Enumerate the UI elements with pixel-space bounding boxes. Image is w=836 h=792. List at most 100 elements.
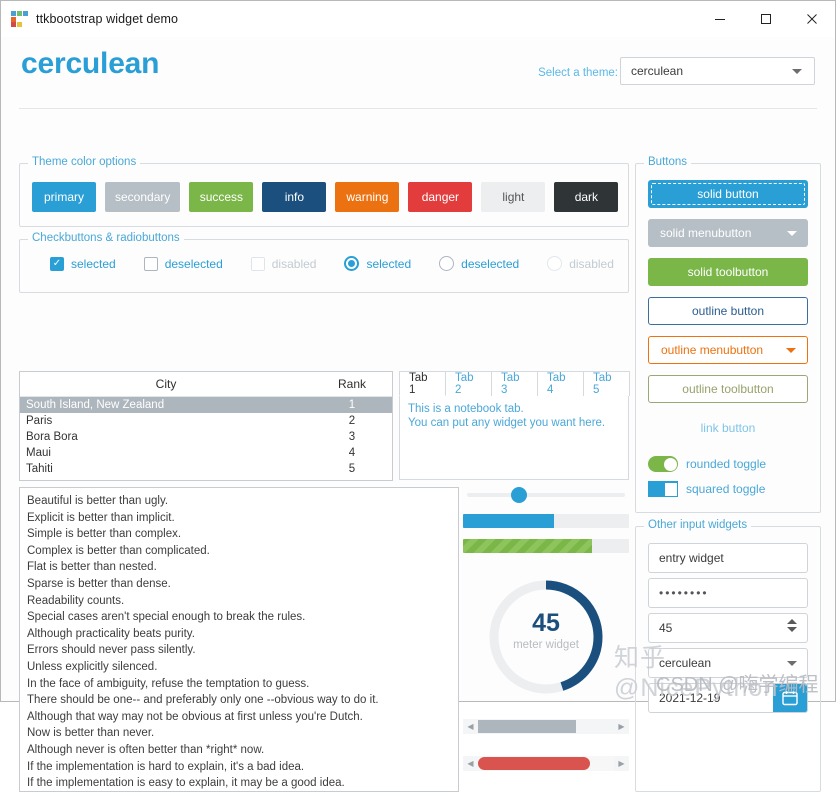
theme-color-button-label: danger <box>422 190 459 204</box>
table-row[interactable]: South Island, New Zealand1 <box>20 397 392 413</box>
text-line: If the implementation is hard to explain… <box>27 759 451 776</box>
control-label: selected <box>366 257 411 271</box>
chevron-down-icon[interactable] <box>787 627 797 632</box>
text-line: Flat is better than nested. <box>27 559 451 576</box>
theme-color-button-label: info <box>285 190 304 204</box>
theme-color-button-light[interactable]: light <box>481 182 545 212</box>
maximize-icon[interactable] <box>743 1 789 36</box>
radio-unselected-icon <box>439 256 454 271</box>
text-line: If the implementation is easy to explain… <box>27 775 451 792</box>
text-line: Now is better than never. <box>27 725 451 742</box>
spinbox[interactable]: 45 <box>648 613 808 643</box>
link-button[interactable]: link button <box>648 414 808 442</box>
password-entry[interactable]: •••••••• <box>648 578 808 608</box>
chevron-left-icon-danger[interactable]: ◀ <box>463 756 478 771</box>
squared-toggle-row[interactable]: squared toggle <box>648 481 808 497</box>
table-row[interactable]: Bora Bora3 <box>20 429 392 445</box>
tab-4[interactable]: Tab 4 <box>537 371 584 396</box>
text-line: Although that way may not be obvious at … <box>27 709 451 726</box>
toggle-knob <box>665 483 677 496</box>
chevron-right-icon[interactable]: ▶ <box>614 719 629 734</box>
link-button-label: link button <box>701 421 756 435</box>
progressbar-striped-fill <box>463 539 592 553</box>
checkbox-checked-icon: ✓ <box>50 257 64 271</box>
theme-color-button-info[interactable]: info <box>262 182 326 212</box>
theme-color-button-secondary[interactable]: secondary <box>105 182 180 212</box>
theme-color-options-group: Theme color options primarysecondarysucc… <box>19 163 629 227</box>
entry-widget-value: entry widget <box>649 551 807 565</box>
table-row[interactable]: Maui4 <box>20 445 392 461</box>
theme-color-button-row: primary secondary success info warning danger… <box>32 182 618 212</box>
table-row[interactable]: Tahiti5 <box>20 461 392 477</box>
horizontal-scale[interactable] <box>463 487 629 503</box>
table-cell-city: Maui <box>20 447 312 459</box>
notebook-pane: This is a notebook tab. You can put any … <box>399 395 629 480</box>
outline-toolbutton-label: outline toolbutton <box>682 382 773 396</box>
rounded-toggle-row[interactable]: rounded toggle <box>648 456 808 472</box>
squared-toggle-switch[interactable] <box>648 481 678 497</box>
outline-toolbutton[interactable]: outline toolbutton <box>648 375 808 403</box>
treeview-body: South Island, New Zealand1Paris2Bora Bor… <box>20 397 392 477</box>
outline-menubutton[interactable]: outline menubutton <box>648 336 808 364</box>
tab-5[interactable]: Tab 5 <box>583 371 630 396</box>
spinbox-arrows[interactable] <box>787 619 797 632</box>
tab-1[interactable]: Tab 1 <box>399 371 446 396</box>
checkbox-unchecked-icon <box>144 257 158 271</box>
theme-combobox[interactable]: cerculean <box>620 57 815 85</box>
tab-2[interactable]: Tab 2 <box>445 371 492 396</box>
theme-color-button-dark[interactable]: dark <box>554 182 618 212</box>
table-row[interactable]: Paris2 <box>20 413 392 429</box>
meter-widget[interactable]: 45 meter widget <box>486 577 606 697</box>
solid-toolbutton-label: solid toolbutton <box>688 265 769 279</box>
combobox[interactable]: cerculean <box>648 648 808 678</box>
entry-widget[interactable]: entry widget <box>648 543 808 573</box>
theme-color-button-primary[interactable]: primary <box>32 182 96 212</box>
calendar-icon[interactable] <box>773 684 807 712</box>
theme-color-button-label: primary <box>44 190 84 204</box>
scrollbar-danger-track[interactable] <box>478 756 614 771</box>
outline-button[interactable]: outline button <box>648 297 808 325</box>
window-controls <box>697 1 835 36</box>
text-line: Readability counts. <box>27 593 451 610</box>
chevron-down-icon <box>787 661 797 666</box>
radiobutton-selected-3[interactable]: selected <box>344 256 411 271</box>
theme-color-button-label: light <box>502 190 524 204</box>
table-cell-city: Paris <box>20 415 312 427</box>
theme-color-button-danger[interactable]: danger <box>408 182 472 212</box>
chevron-up-icon[interactable] <box>787 619 797 624</box>
notebook-tabstrip: Tab 1Tab 2Tab 3Tab 4Tab 5 <box>399 371 629 396</box>
tab-3[interactable]: Tab 3 <box>491 371 538 396</box>
rounded-toggle-switch[interactable] <box>648 456 678 472</box>
buttons-group: Buttons solid button solid menubutton so… <box>635 163 821 513</box>
middle-widget-column: 45 meter widget ◀ ▶ ◀ ▶ <box>463 487 629 792</box>
treeview-column-city[interactable]: City <box>20 377 312 391</box>
theme-color-button-success[interactable]: success <box>189 182 253 212</box>
chevron-left-icon[interactable]: ◀ <box>463 719 478 734</box>
notebook-text-line-2: You can put any widget you want here. <box>408 416 620 430</box>
date-entry[interactable]: 2021-12-19 <box>648 683 808 713</box>
zen-text-widget[interactable]: Beautiful is better than ugly.Explicit i… <box>19 487 459 792</box>
close-icon[interactable] <box>789 1 835 36</box>
control-label: deselected <box>461 257 519 271</box>
treeview-column-rank[interactable]: Rank <box>312 377 392 391</box>
theme-color-options-title: Theme color options <box>28 156 140 168</box>
radiobutton-deselected-4[interactable]: deselected <box>439 256 519 271</box>
solid-menubutton[interactable]: solid menubutton <box>648 219 808 247</box>
notebook-text-line-1: This is a notebook tab. <box>408 402 620 416</box>
chevron-right-icon-danger[interactable]: ▶ <box>614 756 629 771</box>
text-line: Errors should never pass silently. <box>27 642 451 659</box>
theme-color-button-warning[interactable]: warning <box>335 182 399 212</box>
text-line: Unless explicitly silenced. <box>27 659 451 676</box>
city-treeview[interactable]: City Rank South Island, New Zealand1Pari… <box>19 371 393 481</box>
scrollbar-danger[interactable]: ◀ ▶ <box>463 756 629 771</box>
scrollbar-danger-thumb[interactable] <box>478 757 590 770</box>
scrollbar-secondary-thumb[interactable] <box>478 720 576 733</box>
scale-thumb[interactable] <box>511 487 527 503</box>
scrollbar-secondary[interactable]: ◀ ▶ <box>463 719 629 734</box>
minimize-icon[interactable] <box>697 1 743 36</box>
checkbutton-deselected-1[interactable]: deselected <box>144 257 223 271</box>
checkbutton-selected-0[interactable]: ✓selected <box>50 257 116 271</box>
solid-button[interactable]: solid button <box>648 180 808 208</box>
scrollbar-secondary-track[interactable] <box>478 719 614 734</box>
solid-toolbutton[interactable]: solid toolbutton <box>648 258 808 286</box>
